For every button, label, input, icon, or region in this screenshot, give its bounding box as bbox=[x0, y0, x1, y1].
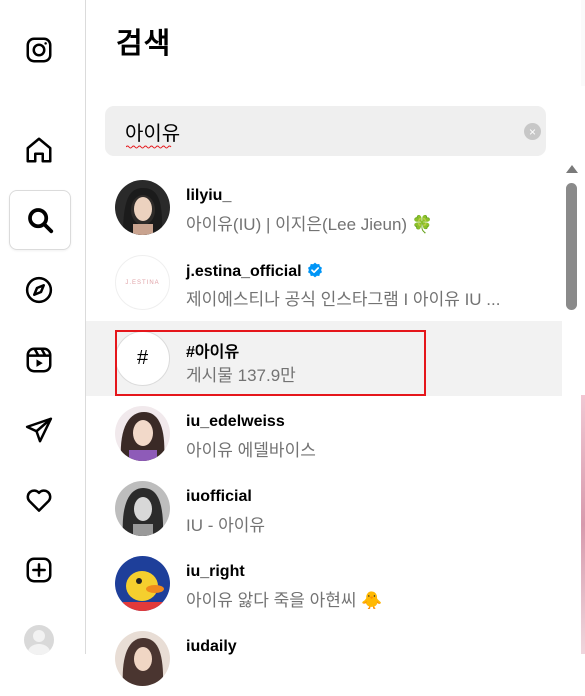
result-item-hashtag[interactable]: # #아이유 게시물 137.9만 bbox=[86, 321, 562, 396]
result-subtitle: 아이유 에델바이스 bbox=[186, 441, 316, 460]
hashtag-icon: # bbox=[115, 331, 170, 386]
search-box: × bbox=[105, 106, 546, 156]
clear-search-icon[interactable]: × bbox=[524, 123, 541, 140]
result-username-row: j.estina_official bbox=[186, 262, 323, 281]
result-username: #아이유 bbox=[186, 344, 240, 361]
avatar bbox=[115, 631, 170, 686]
profile-avatar[interactable] bbox=[9, 611, 69, 669]
result-username: lilyiu_ bbox=[186, 187, 232, 204]
avatar-placeholder-icon bbox=[24, 625, 54, 655]
background-page-edge bbox=[581, 0, 585, 86]
result-item[interactable]: iu_edelweiss 아이유 에델바이스 bbox=[86, 396, 562, 471]
nav-rail bbox=[0, 0, 86, 655]
result-username: iudaily bbox=[186, 638, 237, 655]
result-subtitle: 제이에스티나 공식 인스타그램 I 아이유 IU ... bbox=[186, 290, 501, 309]
result-username: j.estina_official bbox=[186, 263, 302, 280]
result-subtitle: 아이유 앓다 죽을 아현씨 🐥 bbox=[186, 591, 383, 610]
search-panel: 검색 × lilyiu_ 아이유(IU) | 이지은(Lee Jieun) 🍀 … bbox=[86, 0, 562, 686]
notifications-icon[interactable] bbox=[9, 471, 69, 529]
verified-badge-icon bbox=[307, 262, 322, 278]
result-subtitle: IU - 아이유 bbox=[186, 516, 266, 535]
home-icon[interactable] bbox=[9, 121, 69, 179]
result-subtitle: 게시물 137.9만 bbox=[186, 366, 296, 385]
result-item[interactable]: J.ESTINA j.estina_official 제이에스티나 공식 인스타… bbox=[86, 245, 562, 320]
result-username: iu_right bbox=[186, 563, 245, 580]
scrollbar-thumb[interactable] bbox=[566, 183, 577, 310]
background-page-edge-image bbox=[581, 395, 585, 654]
result-username: iuofficial bbox=[186, 488, 252, 505]
create-icon[interactable] bbox=[9, 541, 69, 599]
reels-icon[interactable] bbox=[9, 331, 69, 389]
avatar: J.ESTINA bbox=[115, 255, 170, 310]
scroll-up-arrow-icon[interactable] bbox=[566, 165, 578, 173]
avatar bbox=[115, 556, 170, 611]
search-icon[interactable] bbox=[9, 190, 71, 250]
search-input[interactable] bbox=[125, 106, 505, 156]
result-username: iu_edelweiss bbox=[186, 413, 285, 430]
avatar bbox=[115, 180, 170, 235]
result-item[interactable]: iudaily bbox=[86, 621, 562, 696]
messages-icon[interactable] bbox=[9, 401, 69, 459]
instagram-logo-icon[interactable] bbox=[9, 21, 69, 79]
result-item[interactable]: iuofficial IU - 아이유 bbox=[86, 471, 562, 546]
result-subtitle: 아이유(IU) | 이지은(Lee Jieun) 🍀 bbox=[186, 215, 433, 234]
avatar bbox=[115, 406, 170, 461]
result-item[interactable]: iu_right 아이유 앓다 죽을 아현씨 🐥 bbox=[86, 546, 562, 621]
avatar bbox=[115, 481, 170, 536]
brand-logo-text: J.ESTINA bbox=[125, 279, 160, 286]
result-item[interactable]: lilyiu_ 아이유(IU) | 이지은(Lee Jieun) 🍀 bbox=[86, 170, 562, 245]
explore-icon[interactable] bbox=[9, 261, 69, 319]
spellcheck-underline bbox=[126, 145, 172, 149]
panel-title: 검색 bbox=[116, 28, 172, 60]
